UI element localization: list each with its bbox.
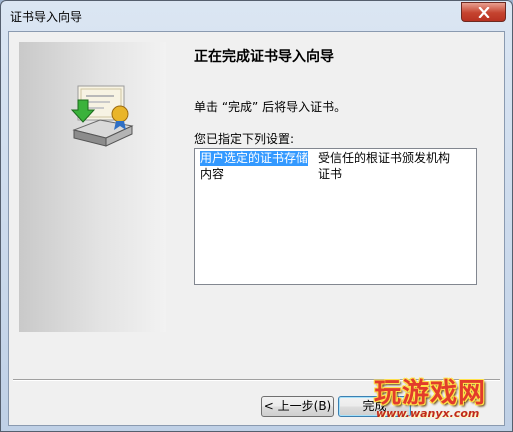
wizard-client-area: 正在完成证书导入向导 单击 “完成” 后将导入证书。 您已指定下列设置: 用户选…	[8, 31, 505, 426]
watermark-logo: 玩游戏网 www.wanyx.com	[364, 371, 504, 429]
settings-list[interactable]: 用户选定的证书存储 受信任的根证书颁发机构 内容 证书	[194, 148, 477, 285]
wizard-heading: 正在完成证书导入向导	[194, 49, 334, 65]
setting-value: 受信任的根证书颁发机构	[318, 151, 451, 165]
settings-label: 您已指定下列设置:	[194, 132, 295, 146]
title-bar[interactable]: 证书导入向导	[1, 1, 512, 31]
close-icon	[477, 6, 490, 18]
window-title: 证书导入向导	[10, 10, 83, 24]
setting-value: 证书	[318, 167, 343, 181]
certificate-import-wizard-window: 证书导入向导 正在完成证书导入向导 单击 “完成” 后将导入证书。 您已指定下列…	[0, 0, 513, 432]
setting-name: 用户选定的证书存储	[200, 151, 309, 166]
setting-name: 内容	[200, 167, 225, 181]
watermark-url: www.wanyx.com	[376, 407, 480, 420]
wizard-instruction: 单击 “完成” 后将导入证书。	[194, 100, 347, 114]
wizard-side-panel	[19, 42, 166, 332]
watermark-text: 玩游戏网	[374, 378, 486, 409]
certificate-import-icon	[70, 85, 134, 147]
close-button[interactable]	[461, 2, 506, 22]
back-button[interactable]: < 上一步(B)	[261, 396, 334, 417]
